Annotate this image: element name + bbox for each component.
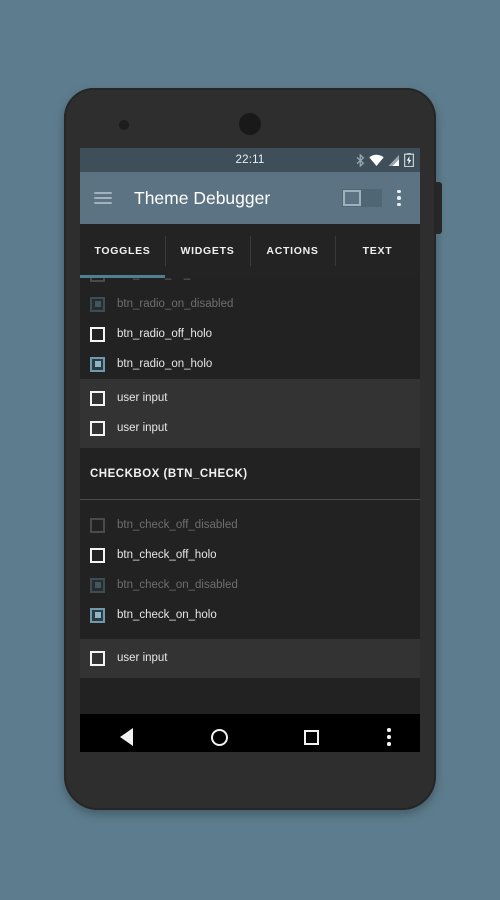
section-header-checkbox: CHECKBOX (BTN_CHECK) [80,448,420,500]
table-row[interactable]: user input [80,413,420,443]
wifi-icon [369,154,384,167]
bluetooth-icon [356,153,365,167]
list-item-label: btn_radio_off_disabled [117,278,233,280]
table-row[interactable]: btn_check_on_disabled [80,570,420,600]
tab-toggles[interactable]: TOGGLES [80,224,165,278]
phone-earpiece-speaker [239,113,261,135]
nav-overflow-menu-icon[interactable] [358,728,420,746]
tab-actions-label: ACTIONS [266,245,319,257]
tab-widgets[interactable]: WIDGETS [165,224,250,278]
tab-widgets-label: WIDGETS [180,245,235,257]
phone-front-camera [119,120,129,130]
radio-box-on-holo[interactable] [90,356,105,372]
tab-text[interactable]: TEXT [335,224,420,278]
hamburger-menu-icon[interactable] [94,192,112,204]
list-item-label: btn_radio_on_disabled [117,298,234,310]
nav-recents-button[interactable] [265,729,358,745]
table-row[interactable]: btn_radio_on_disabled [80,289,420,319]
list-spacer [80,500,420,510]
list-item-label: btn_check_on_holo [117,609,217,621]
tab-toggles-label: TOGGLES [94,245,151,257]
list-item-label: btn_check_off_disabled [117,519,238,531]
checkbox-on-holo[interactable] [90,607,105,623]
table-row[interactable]: btn_check_on_holo [80,600,420,630]
tab-text-label: TEXT [362,245,393,257]
toolbar-toggle-switch[interactable] [342,189,382,207]
radio-box-user-input[interactable] [90,420,105,436]
nav-home-button[interactable] [173,728,266,746]
checkbox-off-holo[interactable] [90,547,105,563]
tab-actions[interactable]: ACTIONS [250,224,335,278]
status-bar-icons [356,153,414,167]
list-row-clipped[interactable]: btn_radio_off_disabled [80,278,420,289]
android-navigation-bar [80,714,420,752]
radio-box-user-input[interactable] [90,390,105,406]
list-spacer [80,630,420,639]
radio-box-off-holo[interactable] [90,326,105,342]
cellular-signal-icon [388,154,400,167]
table-row[interactable]: btn_radio_on_holo [80,349,420,379]
back-triangle-icon [119,728,133,746]
list-item-label: btn_radio_off_holo [117,328,213,340]
app-title: Theme Debugger [134,187,271,208]
status-bar: 22:11 [80,148,420,172]
radio-box-off-disabled [90,278,105,282]
list-item-label: btn_check_off_holo [117,549,217,561]
list-item-label: btn_check_on_disabled [117,579,238,591]
toolbar-overflow-menu-icon[interactable] [388,189,410,207]
phone-screen: 22:11 Theme Debugger TOGGLES WIDGETS ACT… [80,148,420,752]
table-row[interactable]: btn_radio_off_holo [80,319,420,349]
tab-bar: TOGGLES WIDGETS ACTIONS TEXT [80,224,420,278]
checkbox-user-input[interactable] [90,650,105,666]
nav-back-button[interactable] [80,728,173,746]
table-row[interactable]: user input [80,643,420,673]
toolbar-toggle-switch-thumb [343,190,361,206]
checkbox-on-disabled [90,577,105,593]
radio-box-on-disabled [90,296,105,312]
toggles-list[interactable]: btn_radio_off_disabled btn_radio_on_disa… [80,278,420,714]
app-toolbar: Theme Debugger [80,172,420,224]
table-row[interactable]: user input [80,383,420,413]
radio-user-input-group: user input user input [80,379,420,448]
table-row[interactable]: btn_check_off_disabled [80,510,420,540]
battery-charging-icon [404,153,414,167]
table-row[interactable]: btn_check_off_holo [80,540,420,570]
list-item-label: user input [117,392,168,404]
phone-side-power-button[interactable] [435,182,442,234]
checkbox-off-disabled [90,517,105,533]
list-item-label: btn_radio_on_holo [117,358,213,370]
list-item-label: user input [117,422,168,434]
home-circle-icon [210,728,228,746]
checkbox-user-input-group: user input [80,639,420,678]
recents-square-icon [304,729,320,745]
list-item-label: user input [117,652,168,664]
